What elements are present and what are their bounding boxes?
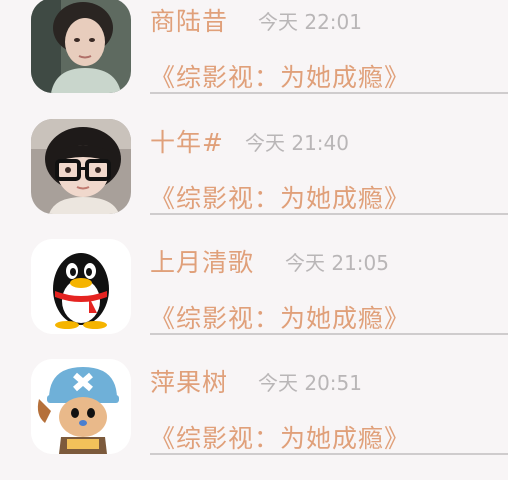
divider bbox=[150, 92, 508, 94]
user-name[interactable]: 上月清歌 bbox=[150, 243, 254, 279]
comment-item[interactable]: 上月清歌 今天 21:05 《综影视：为她成瘾》 bbox=[0, 239, 508, 360]
comment-item[interactable]: 商陆昔 今天 22:01 《综影视：为她成瘾》 bbox=[0, 0, 508, 119]
comment-time: 今天 21:05 bbox=[285, 251, 389, 275]
comment-text: 《综影视：为她成瘾》 bbox=[150, 184, 411, 213]
chopper-cartoon-icon bbox=[31, 359, 131, 454]
user-avatar[interactable] bbox=[31, 0, 131, 93]
divider bbox=[150, 213, 508, 215]
comment-text: 《综影视：为她成瘾》 bbox=[150, 304, 411, 333]
user-name[interactable]: 十年# bbox=[150, 123, 224, 159]
comment-item[interactable]: 萍果树 今天 20:51 《综影视：为她成瘾》 bbox=[0, 359, 508, 480]
girl-photo-icon bbox=[31, 0, 131, 93]
boy-with-glasses-photo-icon bbox=[31, 119, 131, 214]
qq-penguin-icon bbox=[31, 239, 131, 334]
divider bbox=[150, 333, 508, 335]
comment-list: 商陆昔 今天 22:01 《综影视：为她成瘾》 十年# 今天 21:40 《综影… bbox=[0, 0, 508, 470]
comment-text: 《综影视：为她成瘾》 bbox=[150, 424, 411, 453]
comment-time: 今天 21:40 bbox=[245, 131, 349, 155]
user-name[interactable]: 商陆昔 bbox=[150, 2, 228, 38]
divider bbox=[150, 453, 508, 455]
user-avatar[interactable] bbox=[31, 359, 131, 454]
comment-time: 今天 20:51 bbox=[258, 371, 362, 395]
comment-time: 今天 22:01 bbox=[258, 10, 362, 34]
comment-item[interactable]: 十年# 今天 21:40 《综影视：为她成瘾》 bbox=[0, 119, 508, 240]
user-avatar[interactable] bbox=[31, 119, 131, 214]
comment-text: 《综影视：为她成瘾》 bbox=[150, 63, 411, 92]
user-name[interactable]: 萍果树 bbox=[150, 363, 228, 399]
user-avatar[interactable] bbox=[31, 239, 131, 334]
